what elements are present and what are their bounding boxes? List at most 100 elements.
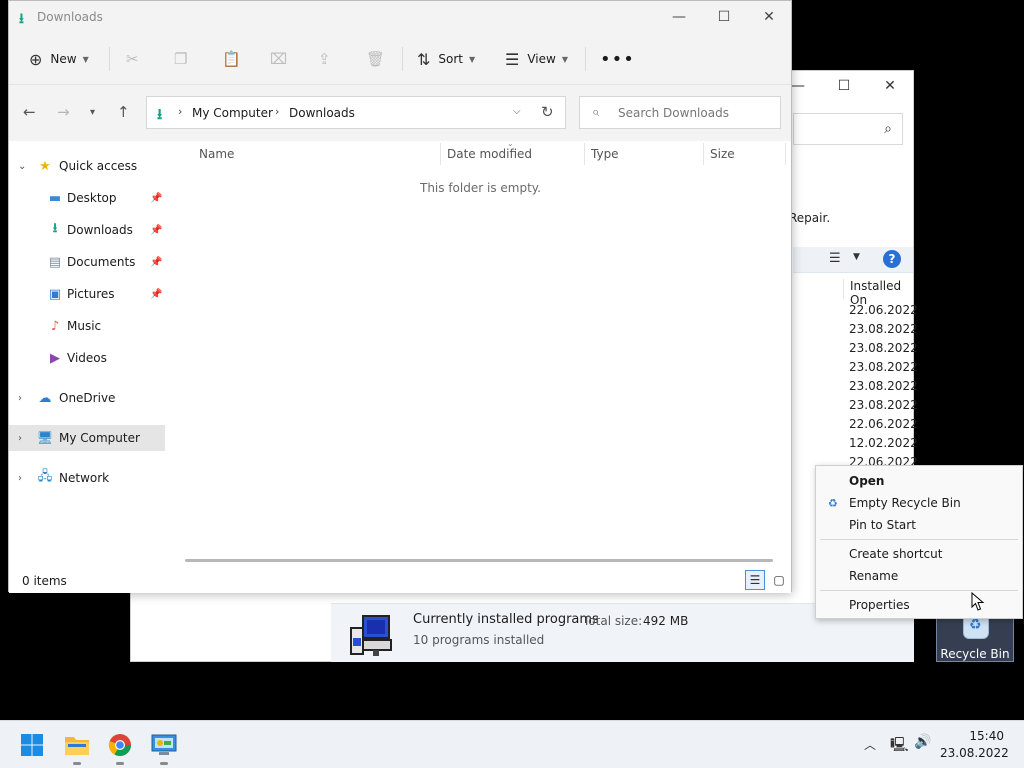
sidebar-item-downloads[interactable]: ⭳ Downloads 📌: [9, 217, 165, 243]
menu-item-empty-recycle-bin[interactable]: ♻ Empty Recycle Bin: [816, 492, 1022, 514]
up-arrow-icon[interactable]: ↑: [117, 103, 130, 121]
sidebar-item-pictures[interactable]: ▣ Pictures 📌: [9, 281, 165, 307]
rename-button[interactable]: ⌧: [270, 47, 295, 71]
chevron-right-icon[interactable]: ›: [18, 393, 22, 404]
view-button[interactable]: ☰ View ▼: [505, 47, 568, 71]
menu-item-create-shortcut[interactable]: Create shortcut: [816, 543, 1022, 565]
maximize-icon[interactable]: ☐: [701, 1, 747, 33]
sidebar-item-music[interactable]: ♪ Music: [9, 313, 165, 339]
list-item[interactable]: 22.06.2022: [849, 301, 918, 320]
details-view-icon[interactable]: ☰: [745, 570, 765, 590]
address-bar[interactable]: ⭳ › My Computer › Downloads ⌵ ↻: [146, 96, 566, 129]
taskbar-file-explorer[interactable]: [61, 729, 93, 765]
menu-item-rename[interactable]: Rename: [816, 565, 1022, 587]
clipboard-icon: 📋: [222, 50, 241, 68]
new-button[interactable]: ⊕ New ▼: [29, 47, 89, 71]
divider[interactable]: [584, 143, 585, 165]
search-box[interactable]: ⌕: [579, 96, 781, 129]
network-status-icon[interactable]: 🖳: [890, 734, 909, 758]
pin-icon[interactable]: 📌: [150, 289, 162, 300]
delete-button[interactable]: 🗑: [366, 47, 393, 71]
menu-item-pin-to-start[interactable]: Pin to Start: [816, 514, 1022, 536]
divider[interactable]: [785, 143, 786, 165]
pin-icon[interactable]: 📌: [150, 193, 162, 204]
list-item[interactable]: 23.08.2022: [849, 396, 918, 415]
share-icon: ⇪: [318, 50, 331, 68]
sidebar-item-desktop[interactable]: ▬ Desktop 📌: [9, 185, 165, 211]
breadcrumb-my-computer[interactable]: My Computer: [192, 106, 273, 120]
chrome-icon: [108, 734, 131, 756]
maximize-icon[interactable]: ☐: [821, 71, 867, 101]
more-button[interactable]: •••: [600, 47, 635, 71]
chevron-down-icon[interactable]: ⌄: [18, 161, 26, 172]
chevron-down-icon[interactable]: ▼: [853, 252, 860, 262]
navigation-bar: ← → ▾ ↑ ⭳ › My Computer › Downloads ⌵ ↻ …: [9, 85, 791, 141]
column-name[interactable]: Name: [199, 147, 234, 161]
clock-time[interactable]: 15:40: [948, 729, 1004, 743]
clock-date[interactable]: 23.08.2022: [940, 746, 1009, 760]
chevron-right-icon[interactable]: ›: [18, 433, 22, 444]
running-indicator: [160, 762, 168, 765]
list-item[interactable]: 12.02.2022: [849, 434, 918, 453]
back-arrow-icon[interactable]: ←: [23, 103, 36, 121]
column-size[interactable]: Size: [710, 147, 735, 161]
list-item[interactable]: 23.08.2022: [849, 377, 918, 396]
sidebar-item-network[interactable]: › 🖧 Network: [9, 465, 165, 491]
tiles-view-icon[interactable]: ▢: [769, 570, 789, 590]
sort-button[interactable]: ⇅ Sort ▼: [417, 47, 475, 71]
copy-button[interactable]: ❐: [174, 47, 195, 71]
search-icon: ⌕: [884, 121, 892, 137]
bg-search-input[interactable]: ⌕: [793, 113, 903, 145]
pin-icon[interactable]: 📌: [150, 257, 162, 268]
refresh-icon[interactable]: ↻: [541, 103, 554, 121]
search-input[interactable]: [618, 104, 768, 122]
menu-item-open[interactable]: Open: [816, 470, 1022, 492]
breadcrumb-downloads[interactable]: Downloads: [289, 106, 355, 120]
chevron-up-icon[interactable]: ︿: [864, 736, 876, 753]
paste-button[interactable]: 📋: [222, 47, 249, 71]
sidebar-item-videos[interactable]: ▶ Videos: [9, 345, 165, 371]
pin-icon[interactable]: 📌: [150, 225, 162, 236]
chevron-down-icon[interactable]: ⌵: [513, 106, 521, 117]
minimize-icon[interactable]: —: [656, 1, 702, 33]
column-installed-on[interactable]: Installed On: [843, 279, 913, 307]
sidebar-item-label: My Computer: [59, 431, 140, 445]
sidebar-item-documents[interactable]: ▤ Documents 📌: [9, 249, 165, 275]
share-button[interactable]: ⇪: [318, 47, 339, 71]
control-panel-icon: [151, 734, 177, 755]
column-type[interactable]: Type: [591, 147, 619, 161]
plus-circle-icon: ⊕: [29, 49, 43, 69]
view-list-icon[interactable]: ☰: [829, 251, 841, 266]
divider[interactable]: [440, 143, 441, 165]
title-bar[interactable]: ⭳ Downloads — ☐ ✕: [9, 1, 791, 33]
sidebar-item-label: Network: [59, 471, 110, 485]
start-button[interactable]: [16, 729, 48, 761]
pictures-icon: ▣: [48, 286, 62, 302]
status-title: Currently installed programs: [413, 612, 599, 627]
list-item[interactable]: 23.08.2022: [849, 358, 918, 377]
taskbar-chrome[interactable]: [104, 729, 136, 765]
list-item[interactable]: 22.06.2022: [849, 415, 918, 434]
column-headers: Name ⌄ Date modified Type Size: [165, 139, 791, 167]
list-item[interactable]: 23.08.2022: [849, 320, 918, 339]
help-icon[interactable]: ?: [883, 250, 901, 268]
horizontal-scrollbar[interactable]: [185, 559, 773, 562]
sidebar-item-quick-access[interactable]: ⌄ ★ Quick access: [9, 153, 165, 179]
view-label: View: [527, 52, 556, 66]
forward-arrow-icon[interactable]: →: [57, 103, 70, 121]
sidebar-item-label: Music: [67, 319, 102, 333]
close-icon[interactable]: ✕: [746, 1, 792, 33]
close-icon[interactable]: ✕: [867, 71, 913, 101]
sidebar-item-onedrive[interactable]: › ☁ OneDrive: [9, 385, 165, 411]
taskbar-control-panel[interactable]: [148, 729, 180, 765]
sidebar-item-my-computer[interactable]: › 🖥 My Computer: [9, 425, 165, 451]
list-item[interactable]: 23.08.2022: [849, 339, 918, 358]
volume-icon[interactable]: 🔊: [914, 734, 931, 750]
divider[interactable]: [703, 143, 704, 165]
chevron-right-icon[interactable]: ›: [18, 473, 22, 484]
recent-chevron-icon[interactable]: ▾: [90, 107, 95, 118]
menu-item-properties[interactable]: Properties: [816, 594, 1022, 616]
star-icon: ★: [39, 158, 51, 174]
cut-button[interactable]: ✂: [126, 47, 147, 71]
column-date-modified[interactable]: Date modified: [447, 147, 532, 161]
